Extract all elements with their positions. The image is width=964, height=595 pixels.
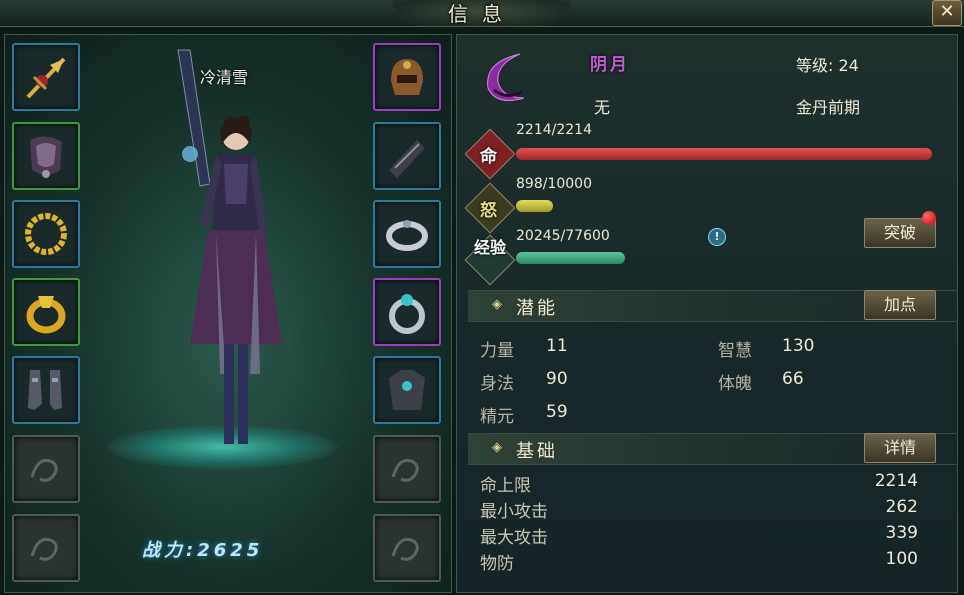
window-title: 信息 [448, 2, 516, 26]
stat-label: 体魄 [718, 374, 752, 394]
equip-slot-chest[interactable] [373, 356, 441, 424]
weapon-icon [26, 57, 66, 99]
equip-slot-helmet[interactable] [373, 43, 441, 111]
combat-power: 战力:2625 [142, 540, 264, 561]
exp-badge-label: 经验 [473, 238, 506, 257]
info-icon[interactable]: ! [708, 228, 726, 246]
equip-slot-ring-left[interactable] [12, 278, 80, 346]
stat-label: 智慧 [718, 341, 752, 361]
hp-bar-fill [516, 148, 932, 160]
close-button[interactable]: ✕ [932, 0, 962, 26]
shoulder-armor-icon [30, 136, 62, 178]
equip-slot-empty[interactable] [12, 514, 80, 582]
equip-slot-necklace[interactable] [12, 200, 80, 268]
equip-slot-bracelet[interactable] [373, 200, 441, 268]
necklace-icon [25, 213, 67, 255]
sect-name: 阴月 [590, 55, 630, 75]
diamond-icon: ◈ [492, 297, 502, 312]
boots-icon [28, 370, 62, 410]
guild-value: 无 [594, 98, 611, 117]
stat-label: 力量 [480, 341, 514, 361]
chest-armor-icon [389, 370, 425, 410]
base-stat-label: 物防 [480, 554, 514, 574]
stat-value: 59 [546, 402, 568, 422]
equip-slot-empty[interactable] [373, 435, 441, 503]
rage-bar-fill [516, 200, 553, 212]
stat-label: 精元 [480, 407, 514, 427]
ring-icon [389, 294, 425, 334]
equip-slot-bracer[interactable] [373, 122, 441, 190]
dragon-emblem-icon [30, 458, 58, 482]
bracelet-icon [386, 220, 428, 251]
equip-slot-shoulder[interactable] [12, 122, 80, 190]
stat-value: 66 [782, 369, 804, 389]
dragon-emblem-icon [30, 537, 58, 561]
rage-text: 898/10000 [516, 176, 592, 192]
dragon-emblem-icon [391, 537, 419, 561]
base-stat-label: 最大攻击 [480, 528, 548, 548]
base-stat-value: 339 [885, 523, 918, 543]
diamond-icon: ◈ [492, 440, 502, 455]
basic-title: 基础 [516, 441, 558, 462]
add-points-button[interactable]: 加点 [864, 290, 936, 320]
base-stat-label: 命上限 [480, 476, 531, 496]
close-icon[interactable]: ✕ [939, 1, 954, 22]
realm-value: 金丹前期 [796, 98, 861, 117]
title-bar: 信息 ✕ [0, 0, 964, 27]
exp-text: 20245/77600 [516, 228, 610, 244]
notification-dot [922, 211, 936, 225]
sect-emblem-icon [487, 53, 525, 101]
base-stat-label: 最小攻击 [480, 502, 548, 522]
stat-label: 身法 [480, 374, 514, 394]
dragon-emblem-icon [391, 458, 419, 482]
level-label: 等级: 24 [796, 56, 859, 75]
base-stat-value: 262 [885, 497, 918, 517]
character-name: 冷清雪 [200, 68, 249, 87]
potential-title: 潜能 [516, 298, 558, 319]
equip-slot-weapon[interactable] [12, 43, 80, 111]
exp-bar-fill [516, 252, 625, 264]
base-stat-value: 2214 [874, 471, 918, 491]
equip-slot-boots[interactable] [12, 356, 80, 424]
hp-badge-label: 命 [480, 147, 497, 167]
equip-slot-empty[interactable] [12, 435, 80, 503]
rage-badge-label: 怒 [480, 201, 497, 221]
ring-icon [26, 296, 66, 334]
details-button[interactable]: 详情 [864, 433, 936, 463]
hp-text: 2214/2214 [516, 122, 592, 138]
helmet-icon [391, 59, 423, 95]
bracer-icon [389, 140, 425, 178]
equip-slot-ring-right[interactable] [373, 278, 441, 346]
stat-value: 11 [546, 336, 568, 356]
base-stat-value: 100 [885, 549, 918, 569]
stat-value: 130 [782, 336, 815, 356]
equip-slot-empty[interactable] [373, 514, 441, 582]
character-model[interactable] [150, 44, 300, 464]
stat-value: 90 [546, 369, 568, 389]
